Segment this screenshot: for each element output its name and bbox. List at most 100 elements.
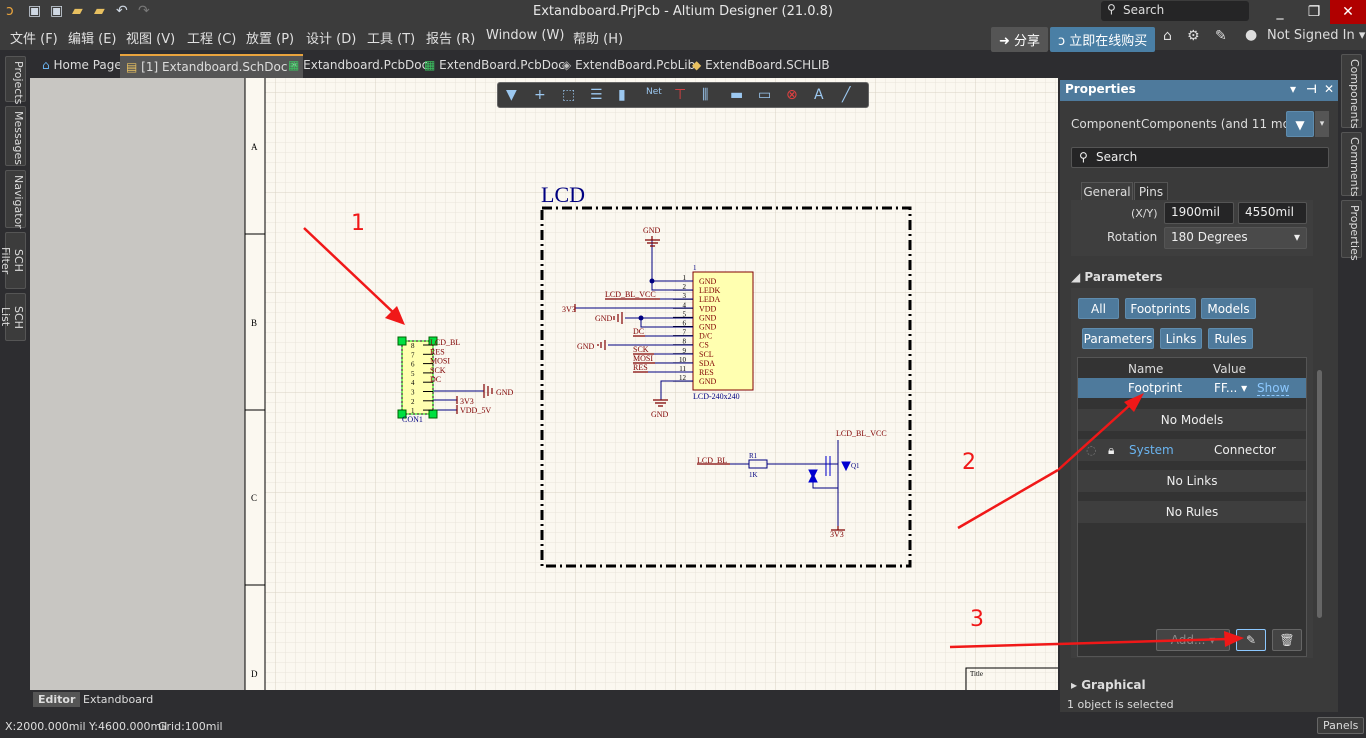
notifications-off-icon[interactable]: ✎ bbox=[1215, 28, 1227, 44]
q1-designator: Q1 bbox=[851, 462, 860, 470]
select-rect-icon[interactable]: ⬚ bbox=[562, 87, 575, 103]
restore-button[interactable]: ❐ bbox=[1296, 0, 1332, 24]
doc-tab[interactable]: ◈ ExtendBoard.PcbLib bbox=[556, 54, 701, 78]
panels-button[interactable]: Panels bbox=[1317, 717, 1365, 734]
net-label: GND bbox=[595, 314, 613, 323]
close-button[interactable]: ✕ bbox=[1330, 0, 1366, 24]
menu-item[interactable]: 帮助 (H) bbox=[573, 28, 623, 47]
pin-icon[interactable]: ⊣ bbox=[1306, 82, 1317, 96]
tab-extandboard[interactable]: Extandboard bbox=[78, 692, 158, 707]
net-label: LCD_BL_VCC bbox=[836, 429, 887, 438]
filter-footprints-button[interactable]: Footprints bbox=[1125, 298, 1196, 319]
filter-links-button[interactable]: Links bbox=[1160, 328, 1202, 349]
doc-tab[interactable]: ▦ Extandboard.PcbDoc bbox=[282, 54, 434, 78]
annotation-arrows-overlay bbox=[1058, 393, 1244, 647]
panel-tab[interactable]: Projects bbox=[5, 56, 26, 104]
panel-tab[interactable]: Properties bbox=[1341, 200, 1362, 261]
doc-tab[interactable]: ⌂ Home Page bbox=[36, 54, 128, 78]
annotation-2: 2 bbox=[962, 450, 976, 475]
net-label: RES bbox=[633, 363, 648, 372]
pin-name: GND bbox=[699, 313, 717, 322]
properties-search-input[interactable]: ⚲ Search bbox=[1071, 147, 1329, 168]
menu-item[interactable]: 报告 (R) bbox=[426, 28, 475, 47]
con1-part-body[interactable] bbox=[401, 340, 434, 415]
filter-icon[interactable]: ▼ bbox=[506, 87, 517, 103]
net-label: GND bbox=[651, 410, 669, 419]
panel-tab[interactable]: Navigator bbox=[5, 170, 26, 229]
align-icon[interactable]: ☰ bbox=[590, 87, 603, 103]
line-icon[interactable]: ╱ bbox=[842, 87, 850, 103]
filter-models-button[interactable]: Models bbox=[1201, 298, 1256, 319]
pin-name: D/C bbox=[699, 332, 712, 341]
filter-all-button[interactable]: All bbox=[1078, 298, 1119, 319]
no-erc-icon[interactable]: ⊗ bbox=[786, 87, 798, 103]
doc-tab[interactable]: ▤ [1] Extandboard.SchDoc * bbox=[120, 54, 304, 78]
menu-item[interactable]: 编辑 (E) bbox=[68, 28, 117, 47]
part-icon[interactable]: ▮ bbox=[618, 87, 626, 103]
menu-item[interactable]: 工具 (T) bbox=[367, 28, 415, 47]
editor-tabs: Editor Extandboard bbox=[0, 690, 1058, 712]
tab-pins[interactable]: Pins bbox=[1134, 182, 1168, 201]
minimize-button[interactable]: _ bbox=[1262, 0, 1298, 24]
x-input[interactable]: 1900mil bbox=[1164, 202, 1234, 224]
filter-parameters-button[interactable]: Parameters bbox=[1082, 328, 1154, 349]
net-label: LCD_BL_VCC bbox=[605, 290, 656, 299]
menu-item[interactable]: 设计 (D) bbox=[306, 28, 356, 47]
pcb-doc-icon: ▦ bbox=[424, 58, 436, 72]
lcd-designator: 1 bbox=[693, 264, 697, 272]
cross-icon[interactable]: + bbox=[534, 87, 546, 103]
schematic-canvas[interactable]: A B C D LCD 1 LCD-240x240 1 GND 2 LEDK 3 LEDA… bbox=[30, 78, 1058, 690]
text-icon[interactable]: A bbox=[814, 87, 824, 103]
pin-number: 5 bbox=[411, 370, 415, 378]
pcb-lib-icon: ◈ bbox=[562, 58, 572, 72]
harness-icon[interactable]: ▬ bbox=[730, 87, 743, 103]
panel-tab[interactable]: Messages bbox=[5, 106, 26, 166]
schematic-sheet[interactable]: A B C D LCD 1 LCD-240x240 1 GND2 LEDK3 LEDA… bbox=[30, 78, 1058, 690]
panel-tab[interactable]: Components bbox=[1341, 54, 1362, 129]
parameters-section-toggle[interactable]: ◢ Parameters bbox=[1071, 270, 1163, 284]
filter-button[interactable]: ▼ bbox=[1286, 111, 1314, 137]
title-bar: ↄ ▣ ▣ ▰ ▰ ↶ ↷ Extandboard.PrjPcb - Altiu… bbox=[0, 0, 1366, 24]
net-label: DC bbox=[633, 327, 644, 336]
graphical-section-toggle[interactable]: ▸ Graphical bbox=[1071, 678, 1146, 692]
doc-tab[interactable]: ▦ ExtendBoard.PcbDoc bbox=[418, 54, 571, 78]
tab-general[interactable]: General bbox=[1081, 182, 1133, 201]
netlabel-icon[interactable]: Net bbox=[646, 87, 662, 97]
global-search-input[interactable]: ⚲ Search bbox=[1101, 1, 1249, 21]
tab-editor[interactable]: Editor bbox=[33, 692, 81, 707]
properties-header: Properties ▾ ⊣ ✕ bbox=[1060, 80, 1338, 101]
pin-number: 5 bbox=[683, 310, 687, 318]
menu-item[interactable]: 放置 (P) bbox=[246, 28, 294, 47]
scrollbar[interactable] bbox=[1317, 370, 1322, 618]
home-icon[interactable]: ⌂ bbox=[1163, 28, 1172, 44]
net-label: RES bbox=[430, 347, 445, 356]
panel-tab[interactable]: SCH List bbox=[0, 293, 26, 341]
net-label: 3V3 bbox=[460, 397, 474, 406]
show-footprint-link[interactable]: Show bbox=[1257, 381, 1290, 396]
port-icon[interactable]: ▭ bbox=[758, 87, 771, 103]
menu-item[interactable]: Window (W) bbox=[486, 28, 564, 43]
filter-rules-button[interactable]: Rules bbox=[1208, 328, 1253, 349]
vcc-icon[interactable]: ⊤ bbox=[674, 87, 686, 103]
doc-tab[interactable]: ◆ ExtendBoard.SCHLIB bbox=[686, 54, 836, 78]
buy-online-button[interactable]: ↄ 立即在线购买 bbox=[1050, 27, 1156, 52]
menu-item[interactable]: 视图 (V) bbox=[126, 28, 175, 47]
share-button[interactable]: ➜ 分享 bbox=[991, 27, 1049, 52]
gear-icon[interactable]: ⚙ bbox=[1187, 28, 1200, 44]
grid-size: Grid:100mil bbox=[158, 720, 223, 733]
panel-tab[interactable]: SCH Filter bbox=[0, 232, 26, 289]
panel-menu-icon[interactable]: ▾ bbox=[1290, 82, 1296, 96]
menu-item[interactable]: 文件 (F) bbox=[10, 28, 58, 47]
delete-button[interactable]: 🗑︎ bbox=[1272, 629, 1302, 651]
y-input[interactable]: 4550mil bbox=[1238, 202, 1307, 224]
sign-in-menu[interactable]: Not Signed In ▾ bbox=[1267, 28, 1365, 43]
rotation-select[interactable]: 180 Degrees ▾ bbox=[1164, 227, 1307, 249]
filter-dropdown[interactable]: ▾ bbox=[1315, 111, 1329, 137]
bus-icon[interactable]: ⫼ bbox=[702, 87, 708, 103]
panel-tab[interactable]: Comments bbox=[1341, 132, 1362, 197]
pin-name: VDD bbox=[699, 304, 717, 313]
sch-lib-icon: ◆ bbox=[692, 58, 702, 72]
close-panel-icon[interactable]: ✕ bbox=[1324, 82, 1334, 96]
menu-item[interactable]: 工程 (C) bbox=[187, 28, 236, 47]
r1-value: 1K bbox=[749, 471, 758, 479]
